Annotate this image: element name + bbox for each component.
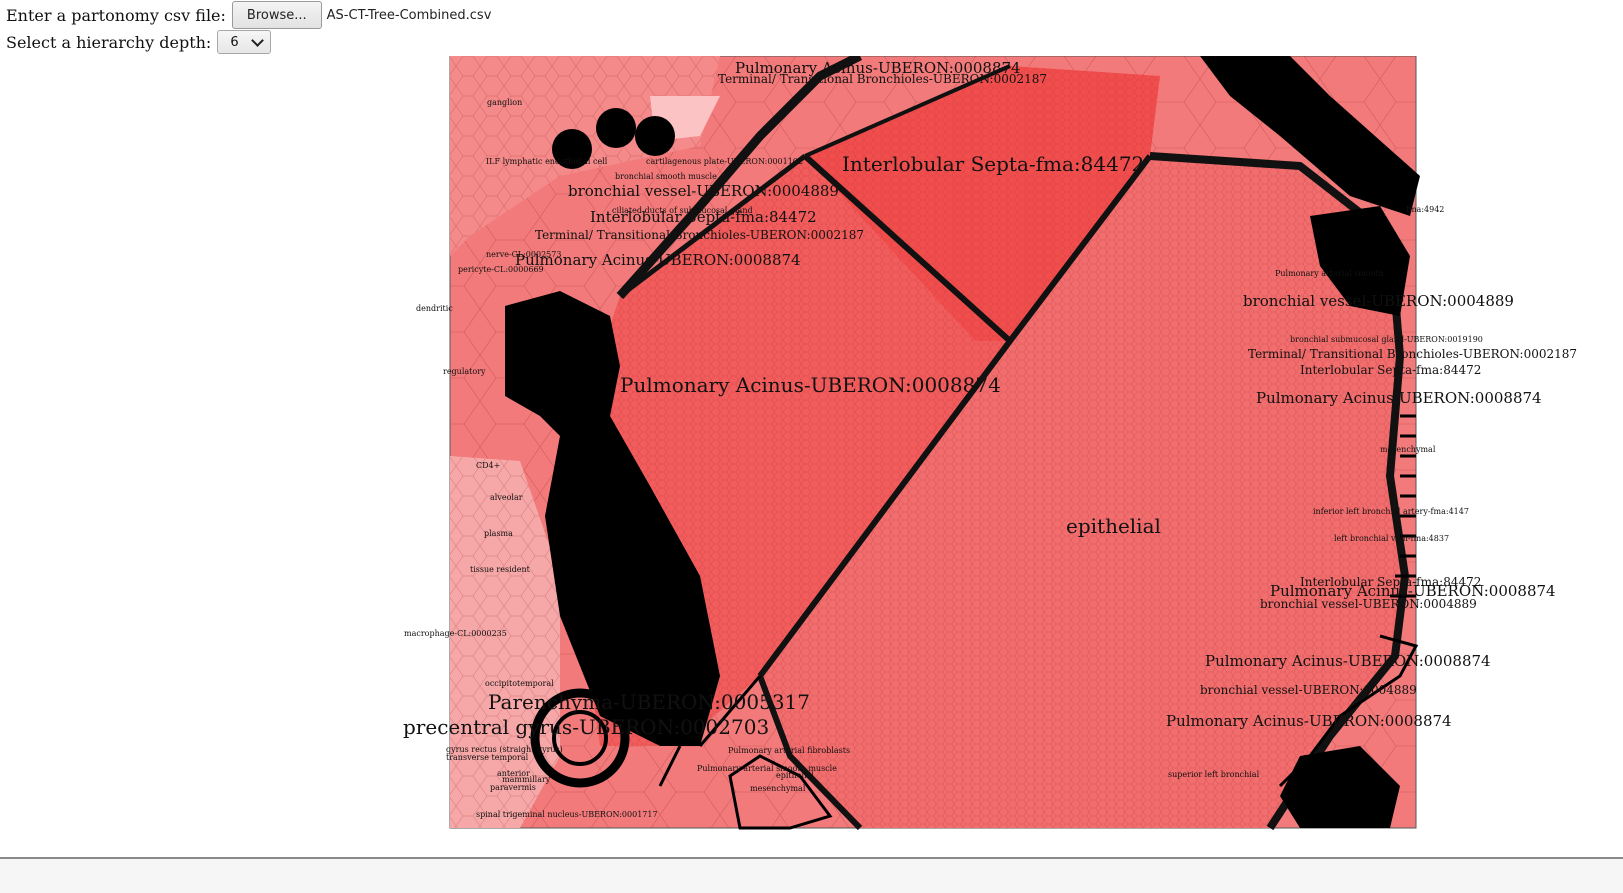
lbl-dendritic: dendritic (416, 304, 453, 313)
lbl-bronchial-vessel-right-lower: bronchial vessel-UBERON:0004889 (1200, 683, 1417, 697)
lbl-cd4: CD4+ (476, 461, 500, 470)
lbl-alveolar: alveolar (490, 493, 523, 502)
lbl-pulmonary-arterial-right: Pulmonary arterial smooth (1275, 269, 1384, 278)
lbl-mesenchymal: mesenchymal (750, 784, 806, 793)
lbl-pulmonary-bottom: Pulmonary Acinus-UBERON:0008874 (1166, 712, 1452, 730)
lbl-nerve: nerve-CL:0002573 (486, 250, 561, 259)
lbl-transverse-temporal: transverse temporal (446, 753, 529, 762)
lbl-bronchial-ciliated: bronchial submucosal gland-UBERON:001919… (1290, 335, 1483, 344)
browse-button[interactable]: Browse... (231, 1, 322, 29)
lbl-macrophage: macrophage-CL:0000235 (404, 629, 507, 638)
lbl-pulmonary-right-lower: Pulmonary Acinus-UBERON:0008874 (1205, 652, 1491, 670)
cluster-node (596, 108, 636, 148)
lbl-terminal-right: Terminal/ Transitional Bronchioles-UBERO… (1248, 347, 1577, 361)
lbl-bronchial-smooth: bronchial smooth muscle (615, 172, 717, 181)
lbl-inferior-left-bronchial: inferior left bronchial artery-fma:4147 (1313, 507, 1469, 516)
lbl-pericyte: pericyte-CL:0000669 (458, 265, 544, 274)
lbl-mesenchymal-right: mesenchymal (1380, 445, 1436, 454)
status-bar (0, 857, 1623, 893)
lbl-bronchial-vessel-right: bronchial vessel-UBERON:0004889 (1243, 292, 1514, 310)
lbl-interlobular-top: Interlobular Septa-fma:84472 (842, 152, 1144, 176)
cluster-node (635, 116, 675, 156)
lbl-parenchyma: Parenchyma-UBERON:0005317 (488, 690, 810, 714)
lbl-cartilagenous: cartilagenous plate-UBERON:0001102 (646, 157, 803, 166)
file-input-label: Enter a partonomy csv file: (6, 5, 226, 25)
lbl-pulmonary-right: Pulmonary Acinus-UBERON:0008874 (1256, 389, 1542, 407)
depth-select-label: Select a hierarchy depth: (6, 32, 212, 52)
lbl-epithelial: epithelial (1066, 514, 1161, 538)
lbl-terminal-left: Terminal/ Transitional Bronchioles-UBERO… (535, 228, 864, 242)
lbl-anterior: anterior (497, 769, 530, 778)
lbl-ilf-lymphatic: ILF lymphatic endothelial cell (486, 157, 608, 166)
lbl-plasma: plasma (484, 529, 513, 538)
lbl-spinal-trigeminal: spinal trigeminal nucleus-UBERON:0001717 (476, 810, 658, 819)
lbl-precentral: precentral gyrus-UBERON:0002703 (403, 715, 769, 739)
voronoi-treemap[interactable]: Interlobular Septa-fma:84472 Pulmonary Ac… (0, 56, 1623, 856)
depth-select[interactable]: 6 (217, 30, 272, 54)
lbl-bronchial-vessel-left: bronchial vessel-UBERON:0004889 (568, 182, 839, 200)
lbl-ganglion: ganglion (487, 98, 522, 107)
depth-select-value: 6 (230, 34, 239, 50)
lbl-paravermis: paravermis (490, 783, 536, 792)
lbl-regulatory: regulatory (443, 367, 486, 376)
file-input-row: Enter a partonomy csv file: Browse... AS… (6, 1, 492, 29)
chevron-down-icon (251, 33, 265, 47)
lbl-superior-left: superior left bronchial (1168, 770, 1260, 779)
lbl-pulmonary-arterial-fibro: Pulmonary arterial fibroblasts (728, 746, 850, 755)
depth-select-row: Select a hierarchy depth: 6 (6, 29, 272, 55)
lbl-pulmonary-arterial-smooth: Pulmonary arterial smooth muscle (697, 764, 837, 773)
lbl-acinus-center: Pulmonary Acinus-UBERON:0008874 (620, 373, 1001, 397)
lbl-fma4942: fma:4942 (1406, 205, 1444, 214)
lbl-occipital: occipitotemporal (485, 679, 554, 688)
lbl-terminal-top: Terminal/ Transitional Bronchioles-UBERO… (718, 72, 1047, 86)
lbl-bronchial-vessel-right-low: bronchial vessel-UBERON:0004889 (1260, 597, 1477, 611)
lbl-tissue: tissue resident (470, 565, 531, 574)
lbl-interlobular-right: Interlobular Septa-fma:84472 (1300, 363, 1481, 377)
selected-file-name: AS-CT-Tree-Combined.csv (326, 7, 492, 23)
lbl-ciliated: ciliated ducts of submucosal gland (612, 206, 753, 215)
lbl-left-bronchial-vein: left bronchial vein-fma:4837 (1334, 534, 1449, 543)
